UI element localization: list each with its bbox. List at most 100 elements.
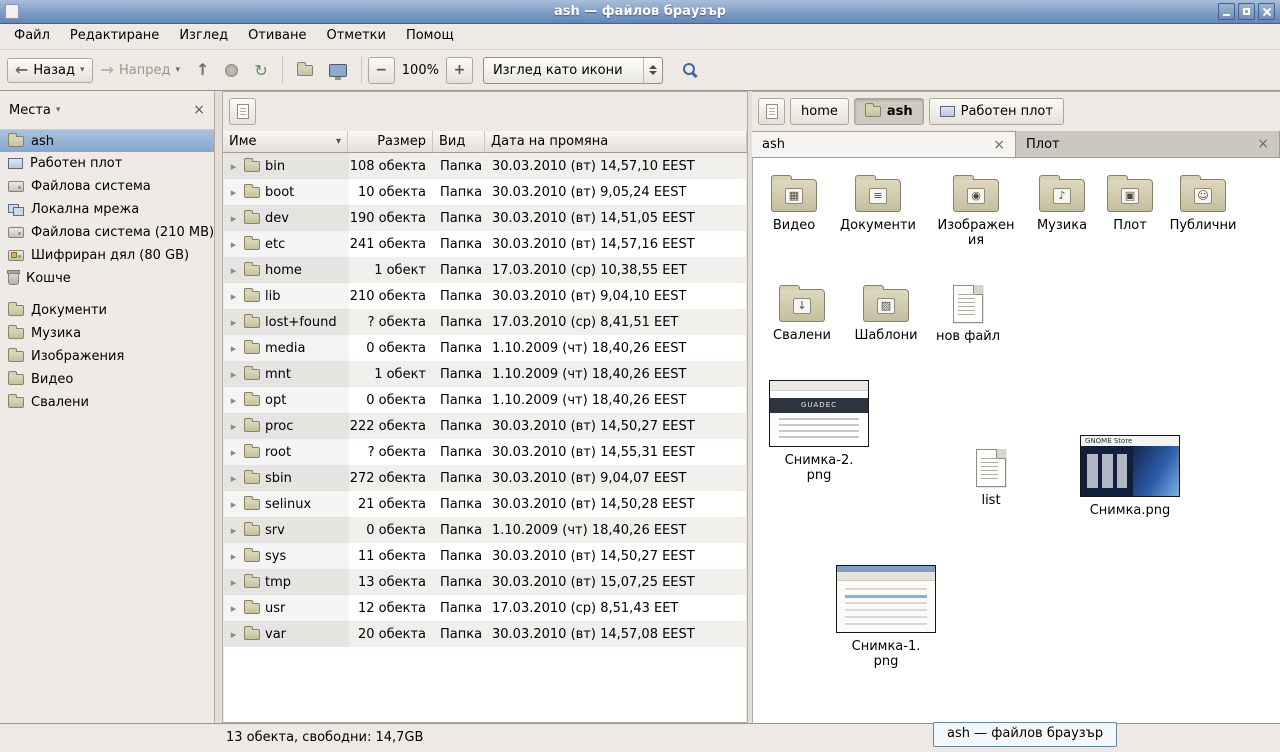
sidebar-item[interactable]: Видео [0,368,214,391]
expander-icon[interactable]: ▸ [228,602,239,615]
icon-view-item[interactable]: GNOME StoreСнимка.png [1078,435,1182,518]
expander-icon[interactable]: ▸ [228,368,239,381]
computer-button[interactable] [321,59,355,82]
sidebar-item[interactable]: Документи [0,299,214,322]
sidebar-item[interactable]: Локална мрежа [0,198,214,221]
file-row[interactable]: ▸root? обектаПапка30.03.2010 (вт) 14,55,… [224,439,746,465]
menu-item[interactable]: Отиване [238,24,316,49]
tab-ash[interactable]: ash × [752,131,1016,157]
view-mode-select[interactable]: Изглед като икони [483,57,663,84]
expander-icon[interactable]: ▸ [228,316,239,329]
sidebar-item[interactable]: ash [0,129,214,152]
expander-icon[interactable]: ▸ [228,524,239,537]
expander-icon[interactable]: ▸ [228,290,239,303]
menu-item[interactable]: Помощ [396,24,464,49]
menu-item[interactable]: Редактиране [60,24,169,49]
sidebar-item[interactable]: Шифриран дял (80 GB) [0,244,214,267]
expander-icon[interactable]: ▸ [228,264,239,277]
path-button-desktop[interactable]: Работен плот [929,98,1064,125]
icon-view-item[interactable]: list [951,449,1031,508]
sidebar-item[interactable]: Свалени [0,391,214,414]
tab-plot[interactable]: Плот × [1016,131,1280,157]
icon-view-item[interactable]: GUADECСнимка-2.png [767,380,871,484]
up-button[interactable]: ↑ [188,58,217,82]
close-button[interactable] [1258,3,1275,20]
home-button[interactable] [289,60,321,81]
file-row[interactable]: ▸lib210 обектаПапка30.03.2010 (вт) 9,04,… [224,283,746,309]
column-header-size[interactable]: Размер [348,131,433,153]
file-row[interactable]: ▸sys11 обектаПапка30.03.2010 (вт) 14,50,… [224,543,746,569]
file-row[interactable]: ▸bin108 обектаПапка30.03.2010 (вт) 14,57… [224,153,746,179]
file-row[interactable]: ▸home1 обектПапка17.03.2010 (ср) 10,38,5… [224,257,746,283]
expander-icon[interactable]: ▸ [228,420,239,433]
sidebar-close-icon[interactable]: × [193,102,205,118]
icon-view-item[interactable]: Снимка-1.png [834,565,938,670]
file-row[interactable]: ▸lost+found? обектаПапка17.03.2010 (ср) … [224,309,746,335]
file-row[interactable]: ▸boot10 обектаПапка30.03.2010 (вт) 9,05,… [224,179,746,205]
file-row[interactable]: ▸opt0 обектаПапка1.10.2009 (чт) 18,40,26… [224,387,746,413]
back-button[interactable]: ← Назад ▾ [7,58,93,83]
sidebar-dropdown-icon[interactable]: ▾ [56,105,61,115]
expander-icon[interactable]: ▸ [228,550,239,563]
forward-button[interactable]: → Напред ▾ [93,58,188,83]
zoom-out-button[interactable]: − [368,57,395,84]
column-header-date[interactable]: Дата на промяна [485,131,747,153]
reload-button[interactable]: ↻ [246,56,275,85]
icon-view-item[interactable]: ☺Публични [1163,172,1243,233]
zoom-in-button[interactable]: + [446,57,473,84]
combo-spin-icon[interactable] [643,58,662,83]
minimize-button[interactable] [1218,3,1235,20]
sidebar-item[interactable]: Кошче [0,267,214,290]
icon-view-item[interactable]: ▨Шаблони [846,282,926,343]
menu-item[interactable]: Отметки [316,24,395,49]
menu-item[interactable]: Изглед [169,24,238,49]
sidebar-item[interactable]: Музика [0,322,214,345]
file-row[interactable]: ▸var20 обектаПапка30.03.2010 (вт) 14,57,… [224,621,746,647]
sidebar-item[interactable]: Изображения [0,345,214,368]
expander-icon[interactable]: ▸ [228,472,239,485]
expander-icon[interactable]: ▸ [228,342,239,355]
expander-icon[interactable]: ▸ [228,394,239,407]
column-header-type[interactable]: Вид [433,131,485,153]
menu-item[interactable]: Файл [4,24,60,49]
file-row[interactable]: ▸sbin272 обектаПапка30.03.2010 (вт) 9,04… [224,465,746,491]
sidebar-item[interactable]: Работен плот [0,152,214,175]
icon-view-item[interactable]: ≡Документи [838,172,918,233]
tab-close-icon[interactable]: × [993,137,1005,153]
file-row[interactable]: ▸media0 обектаПапка1.10.2009 (чт) 18,40,… [224,335,746,361]
icon-view-item[interactable]: нов файл [928,285,1008,344]
sidebar-title[interactable]: Места [9,103,51,118]
toggle-location-entry-button[interactable] [229,98,256,125]
sidebar-item[interactable]: Файлова система [0,175,214,198]
expander-icon[interactable]: ▸ [228,212,239,225]
toggle-location-entry-button[interactable] [758,98,785,125]
titlebar[interactable]: ash — файлов браузър [0,0,1280,24]
file-row[interactable]: ▸srv0 обектаПапка1.10.2009 (чт) 18,40,26… [224,517,746,543]
file-row[interactable]: ▸tmp13 обектаПапка30.03.2010 (вт) 15,07,… [224,569,746,595]
maximize-button[interactable] [1238,3,1255,20]
icon-view-item[interactable]: ↓Свалени [762,282,842,343]
column-header-name[interactable]: Име ▾ [223,131,348,153]
expander-icon[interactable]: ▸ [228,576,239,589]
expander-icon[interactable]: ▸ [228,498,239,511]
expander-icon[interactable]: ▸ [228,160,239,173]
icon-view-item[interactable]: ▣Плот [1090,172,1170,233]
stop-button[interactable] [217,59,246,82]
icon-view-item[interactable]: ▦Видео [754,172,834,233]
path-button-ash[interactable]: ash [854,98,924,125]
expander-icon[interactable]: ▸ [228,186,239,199]
file-row[interactable]: ▸usr12 обектаПапка17.03.2010 (ср) 8,51,4… [224,595,746,621]
file-row[interactable]: ▸mnt1 обектПапка1.10.2009 (чт) 18,40,26 … [224,361,746,387]
search-button[interactable] [675,58,705,82]
icon-view-item[interactable]: ◉Изображения [936,172,1016,249]
file-row[interactable]: ▸dev190 обектаПапка30.03.2010 (вт) 14,51… [224,205,746,231]
tab-close-icon[interactable]: × [1257,136,1269,152]
expander-icon[interactable]: ▸ [228,628,239,641]
back-dropdown-icon[interactable]: ▾ [80,65,85,75]
file-row[interactable]: ▸proc222 обектаПапка30.03.2010 (вт) 14,5… [224,413,746,439]
expander-icon[interactable]: ▸ [228,446,239,459]
expander-icon[interactable]: ▸ [228,238,239,251]
sidebar-item[interactable]: Файлова система (210 MB) [0,221,214,244]
path-button-home[interactable]: home [790,98,849,125]
file-row[interactable]: ▸etc241 обектаПапка30.03.2010 (вт) 14,57… [224,231,746,257]
